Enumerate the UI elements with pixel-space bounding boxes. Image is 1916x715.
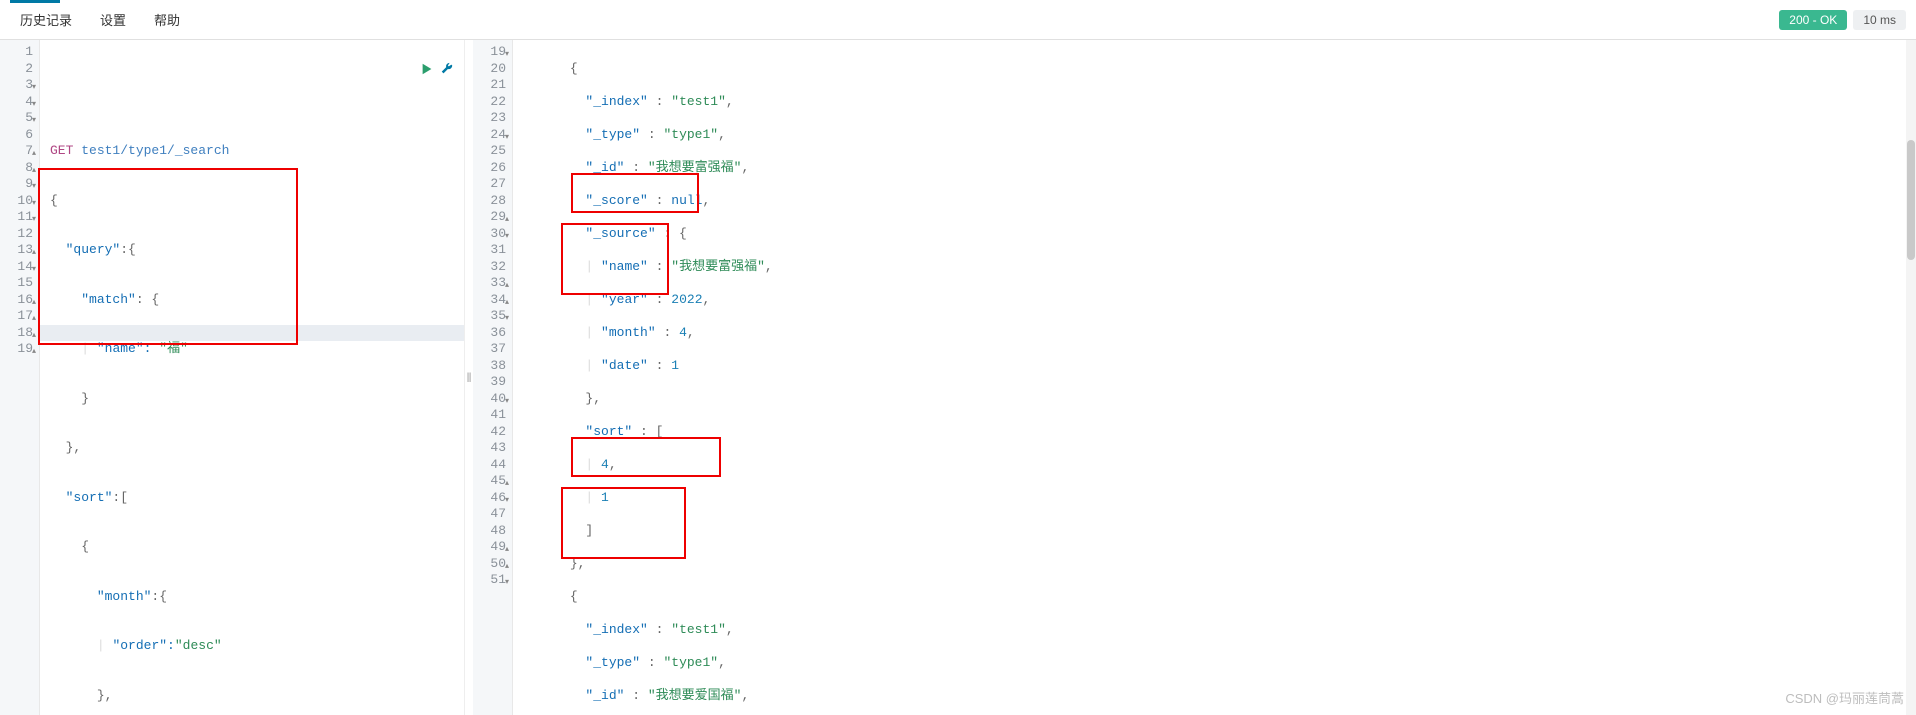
split-container: 1 2 3▾ 4▾ 5▾ 6 7▴ 8▴ 9▾ 10▾ 11▾ 12 13▴ 1… xyxy=(0,40,1916,715)
editor-actions xyxy=(420,62,454,79)
response-code[interactable]: { "_index" : "test1", "_type" : "type1",… xyxy=(513,40,1916,715)
tab-help[interactable]: 帮助 xyxy=(144,6,190,33)
tab-history[interactable]: 历史记录 xyxy=(10,6,82,33)
watermark: CSDN @玛丽莲茼蒿 xyxy=(1785,688,1904,707)
request-pane: 1 2 3▾ 4▾ 5▾ 6 7▴ 8▴ 9▾ 10▾ 11▾ 12 13▴ 1… xyxy=(0,40,465,715)
response-gutter: 19▾ 20212223 24▾ 25262728 29▴ 30▾ 3132 3… xyxy=(473,40,513,715)
http-method: GET xyxy=(50,143,73,158)
latency-badge: 10 ms xyxy=(1853,10,1906,30)
tab-bar: 历史记录 设置 帮助 200 - OK 10 ms xyxy=(0,0,1916,40)
request-path: test1/type1/_search xyxy=(81,143,229,158)
active-tab-indicator xyxy=(10,0,60,3)
response-pane: 19▾ 20212223 24▾ 25262728 29▴ 30▾ 3132 3… xyxy=(473,40,1916,715)
request-gutter: 1 2 3▾ 4▾ 5▾ 6 7▴ 8▴ 9▾ 10▾ 11▾ 12 13▴ 1… xyxy=(0,40,40,715)
tab-settings[interactable]: 设置 xyxy=(90,6,136,33)
status-badge: 200 - OK xyxy=(1779,10,1847,30)
status-area: 200 - OK 10 ms xyxy=(1779,10,1906,30)
request-code[interactable]: GET test1/type1/_search { "query":{ "mat… xyxy=(40,40,464,715)
response-editor[interactable]: 19▾ 20212223 24▾ 25262728 29▴ 30▾ 3132 3… xyxy=(473,40,1916,715)
pane-divider[interactable]: ‖ xyxy=(465,40,473,715)
scrollbar-thumb[interactable] xyxy=(1907,140,1915,260)
scrollbar-track[interactable] xyxy=(1906,40,1916,715)
run-icon[interactable] xyxy=(420,62,434,79)
wrench-icon[interactable] xyxy=(440,62,454,79)
request-editor[interactable]: 1 2 3▾ 4▾ 5▾ 6 7▴ 8▴ 9▾ 10▾ 11▾ 12 13▴ 1… xyxy=(0,40,464,715)
